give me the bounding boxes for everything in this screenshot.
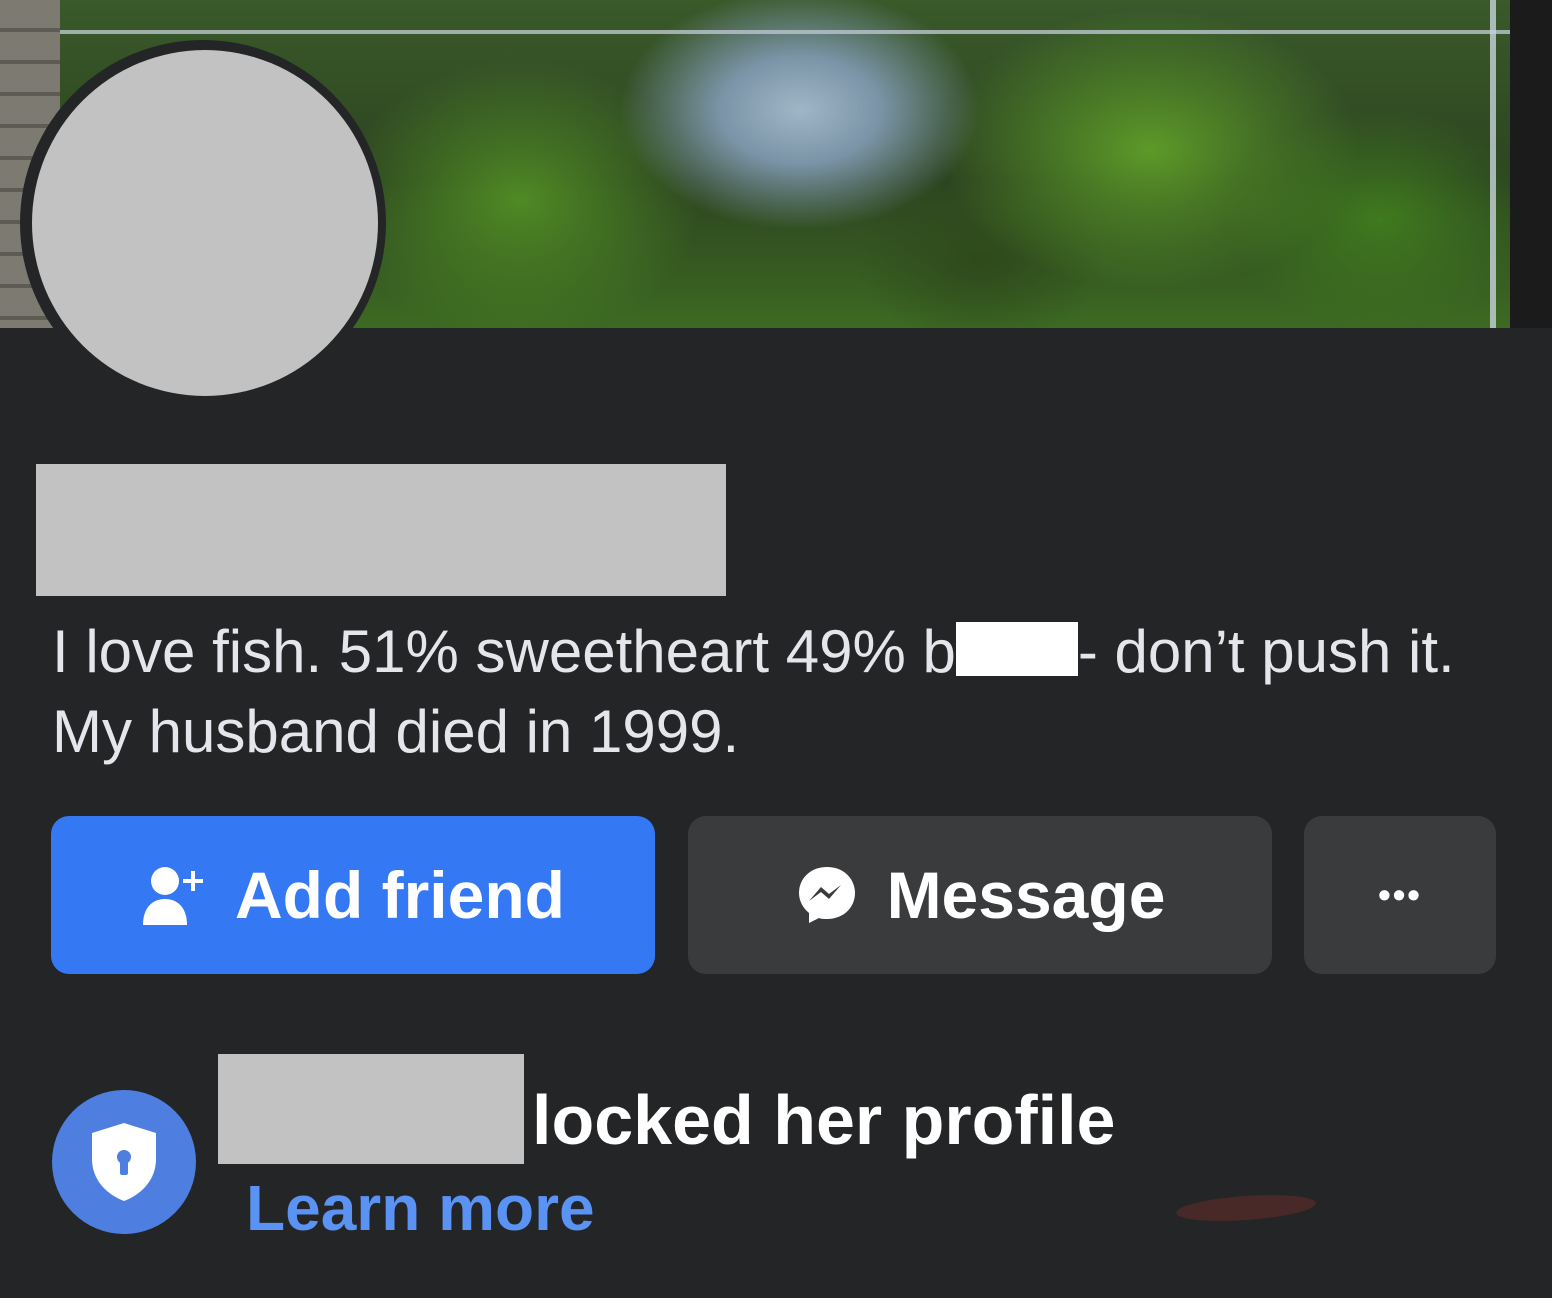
more-options-button[interactable]: ••• (1304, 816, 1496, 974)
learn-more-link[interactable]: Learn more (246, 1170, 595, 1246)
cover-glass-edge (60, 30, 1520, 34)
messenger-icon (798, 867, 855, 923)
profile-name-redacted (36, 464, 726, 596)
bio-redaction (955, 622, 1078, 676)
lock-badge (52, 1090, 196, 1234)
avatar[interactable] (32, 50, 378, 396)
message-label: Message (886, 858, 1166, 932)
cover-glass-edge-right (1490, 0, 1496, 328)
shield-lock-icon (92, 1123, 156, 1201)
cover-shadow (1510, 0, 1552, 328)
bio-text-start: I love fish. 51% sweetheart 49% b (52, 618, 956, 685)
add-friend-label: Add friend (235, 858, 565, 932)
locked-profile-text: locked her profile (532, 1081, 1116, 1159)
smudge-mark (1175, 1191, 1317, 1225)
message-button[interactable]: Message (688, 816, 1272, 974)
person-add-icon (143, 867, 204, 925)
add-friend-button[interactable]: Add friend (51, 816, 655, 974)
profile-bio: I love fish. 51% sweetheart 49% b- don’t… (52, 612, 1492, 772)
more-dots-icon: ••• (1378, 874, 1422, 915)
lock-name-redacted (218, 1054, 524, 1164)
